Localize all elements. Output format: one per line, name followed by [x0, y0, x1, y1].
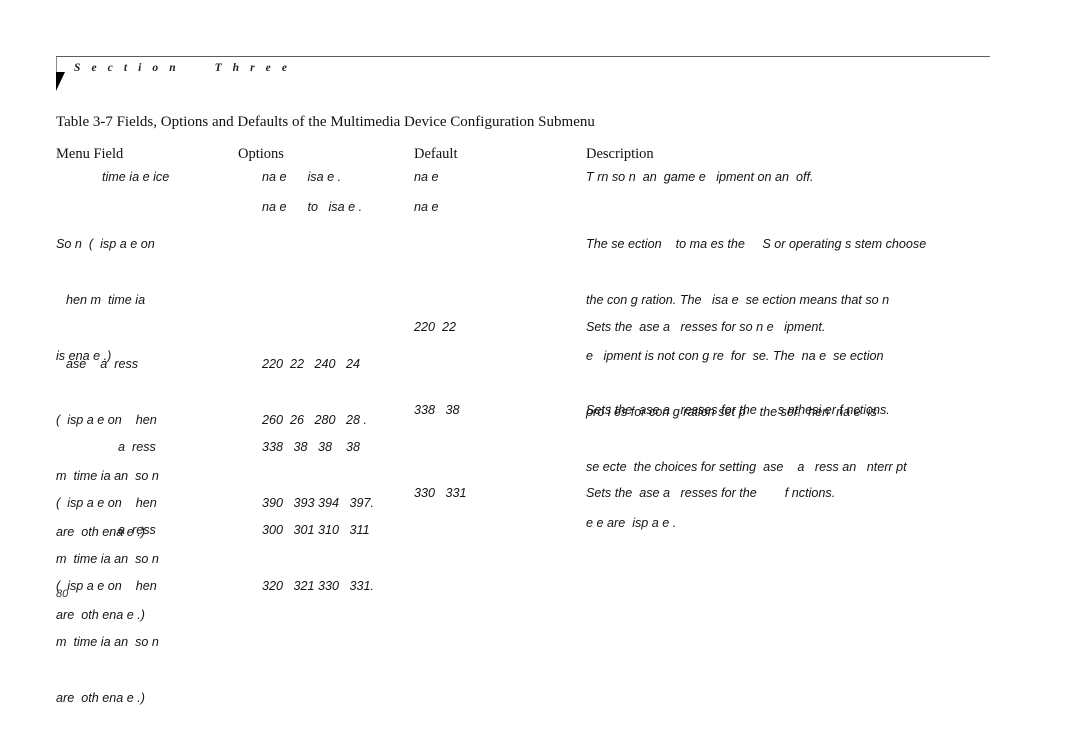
column-header-description: Description [586, 146, 654, 162]
table-row: time ia e ice na e isa e . na e T rn so … [56, 168, 996, 198]
cell-description: Sets the ase a resses for the f nctions. [586, 486, 836, 500]
document-page: S e c t i o n T h r e e Table 3-7 Fields… [0, 0, 1080, 705]
page-number: 80 [56, 588, 69, 600]
column-header-menu-field: Menu Field [56, 146, 124, 162]
cell-default: na e [414, 170, 439, 184]
running-header-section-label: S e c t i o n T h r e e [74, 62, 292, 74]
cell-line: 300 301 310 311 [262, 523, 370, 538]
cell-line: 338 38 38 38 [262, 440, 361, 455]
cell-line: ( isp a e on hen [56, 578, 157, 593]
section-flag-triangle-icon [56, 72, 65, 91]
cell-line: a ress [118, 440, 156, 455]
column-header-options: Options [238, 146, 284, 162]
cell-line: The se ection to ma es the S or operatin… [586, 237, 927, 252]
table-row: So n ( isp a e on hen m time ia is ena e… [56, 198, 996, 530]
cell-description: Sets the ase a resses for the s nthesi e… [586, 403, 890, 417]
cell-default: 220 22 [414, 320, 457, 334]
table-caption: Table 3-7 Fields, Options and Defaults o… [56, 114, 595, 130]
cell-line: 220 22 240 24 [262, 357, 361, 372]
cell-line: ase a ress [66, 357, 139, 372]
cell-line: m time ia an so n [56, 634, 159, 649]
column-header-default: Default [414, 146, 458, 162]
table-row: a ress ( isp a e on hen m time ia an so … [56, 484, 996, 705]
cell-line: are oth ena e .) [56, 690, 145, 705]
cell-default: na e [414, 200, 439, 214]
cell-description: Sets the ase a resses for so n e ipment. [586, 320, 826, 334]
cell-line: a ress [118, 523, 156, 538]
table-row: a ress ( isp a e on hen m time ia an so … [56, 401, 996, 622]
cell-options: na e isa e . [262, 170, 342, 184]
cell-menu-field: a ress ( isp a e on hen m time ia an so … [56, 484, 236, 744]
cell-line: So n ( isp a e on [56, 237, 155, 252]
header-horizontal-rule [56, 56, 990, 57]
table-row: ase a ress ( isp a e on hen m time ia an… [56, 318, 996, 539]
configuration-table: Menu Field Options Default Description t… [56, 146, 996, 705]
cell-options: na e to isa e . [262, 200, 363, 214]
cell-description: T rn so n an game e ipment on an off. [586, 170, 814, 184]
cell-line: the con g ration. The isa e se ection me… [586, 292, 890, 307]
cell-default: 338 38 [414, 403, 460, 417]
cell-line: 320 321 330 331. [262, 578, 375, 593]
table-header-row: Menu Field Options Default Description [56, 146, 996, 168]
cell-line: hen m time ia [66, 292, 146, 307]
cell-options: 300 301 310 311 320 321 330 331. [238, 484, 434, 633]
cell-default: 330 331 [414, 486, 467, 500]
